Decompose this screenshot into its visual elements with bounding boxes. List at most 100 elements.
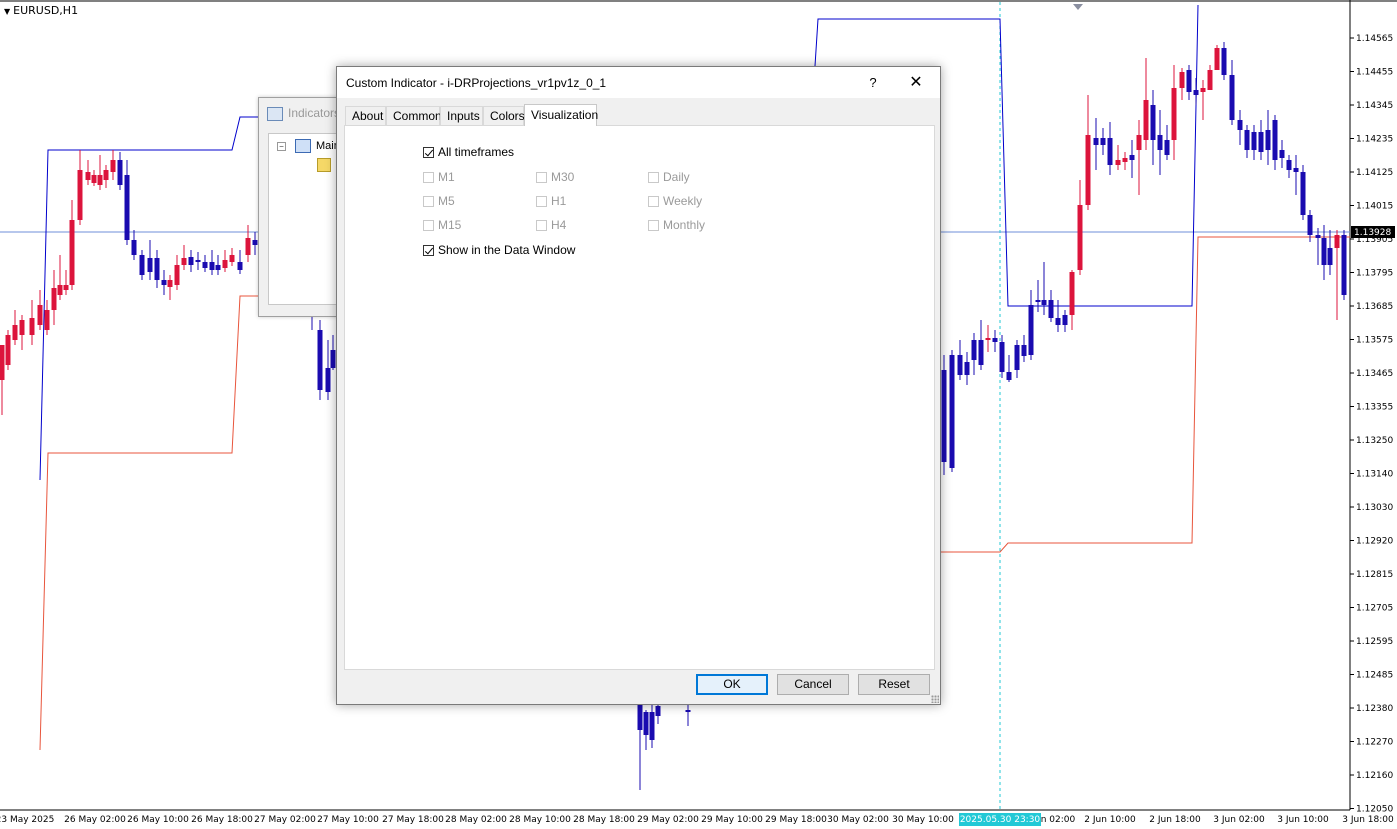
checkbox-box[interactable] [536,220,547,231]
candle-body [161,280,167,285]
candle-body [999,342,1005,372]
chart-shift-icon [1073,4,1083,10]
all-timeframes-checkbox[interactable]: All timeframes [423,145,514,159]
tf-h4-checkbox[interactable]: H4 [536,218,566,232]
candle-body [1221,48,1227,75]
custom-indicator-dialog[interactable]: Custom Indicator - i-DRProjections_vr1pv… [336,66,941,705]
tab-inputs[interactable]: Inputs [440,106,483,125]
candle-body [51,288,57,310]
candle-body [19,320,25,335]
cancel-button[interactable]: Cancel [777,674,849,695]
custom-indicator-icon[interactable] [317,158,331,172]
candle-body [964,362,970,375]
price-tick-label: 1.13140 [1356,470,1393,480]
checkbox-box[interactable] [423,245,434,256]
candle-body [91,175,97,183]
price-tick-label: 1.14015 [1356,202,1393,212]
candle-body [202,262,208,268]
time-tick-label: 28 May 10:00 [509,815,571,825]
candle-body [1327,248,1333,265]
candle-body [1122,158,1128,162]
candle-body [1006,372,1012,380]
tf-m15-checkbox[interactable]: M15 [423,218,461,232]
candle-body [1244,130,1250,150]
indicators-icon [267,106,283,121]
checkbox-box[interactable] [536,172,547,183]
reset-button[interactable]: Reset [858,674,930,695]
candle-body [124,175,130,240]
price-tick-label: 1.12050 [1356,805,1393,815]
candle-body [317,330,323,390]
tf-monthly-checkbox[interactable]: Monthly [648,218,705,232]
checkbox-box[interactable] [423,220,434,231]
candle-body [1143,100,1149,140]
candle-body [1186,70,1192,92]
candle-body [637,705,643,730]
candle-body [57,285,63,295]
time-tick-label: 27 May 18:00 [382,815,444,825]
ok-button[interactable]: OK [696,674,768,695]
candle-body [1136,135,1142,150]
checkbox-box[interactable] [423,147,434,158]
candle-body [1028,305,1034,355]
time-tick-label: 26 May 10:00 [127,815,189,825]
price-tick-label: 1.13575 [1356,336,1393,346]
candle-body [1157,135,1163,150]
candle-body [1062,315,1068,325]
candle-body [252,240,258,245]
time-tick-label: n 02:00 [1041,815,1076,825]
candle-body [215,265,221,270]
tf-m5-checkbox[interactable]: M5 [423,194,455,208]
candle-body [1272,120,1278,160]
price-tick-label: 1.13250 [1356,436,1393,446]
time-tick-label: 3 Jun 10:00 [1277,815,1329,825]
candle-body [985,338,991,340]
checkbox-box[interactable] [648,220,659,231]
candle-body [1286,160,1292,170]
candle-body [1179,72,1185,88]
time-tick-label: 29 May 18:00 [765,815,827,825]
candle-body [1265,130,1271,150]
data-window-checkbox[interactable]: Show in the Data Window [423,243,575,257]
dialog-titlebar[interactable]: Custom Indicator - i-DRProjections_vr1pv… [337,67,940,98]
checkbox-box[interactable] [423,172,434,183]
tab-colors[interactable]: Colors [483,106,525,125]
tf-m1-checkbox[interactable]: M1 [423,170,455,184]
tf-h1-checkbox[interactable]: H1 [536,194,566,208]
time-tick-label: 2025.05.30 23:30 [960,815,1041,825]
time-tick-label: 27 May 02:00 [254,815,316,825]
candle-body [229,255,235,262]
close-button[interactable]: ✕ [906,73,926,93]
time-tick-label: 23 May 2025 [0,815,54,825]
candle-body [139,255,145,275]
checkbox-box[interactable] [648,172,659,183]
candle-body [1115,160,1121,165]
tab-about[interactable]: About [345,106,386,125]
resize-grip-icon[interactable] [931,695,939,703]
tab-visualization[interactable]: Visualization [524,104,598,126]
checkbox-box[interactable] [648,196,659,207]
candle-body [245,238,251,255]
candle-body [1055,318,1061,325]
price-tick-label: 1.12485 [1356,671,1393,681]
time-tick-label: 30 May 02:00 [827,815,889,825]
tf-weekly-checkbox[interactable]: Weekly [648,194,702,208]
time-tick-label: 3 Jun 18:00 [1342,815,1394,825]
chart-window-icon [295,139,311,153]
time-tick-label: 3 Jun 02:00 [1213,815,1265,825]
candle-body [1100,138,1106,145]
checkbox-box[interactable] [423,196,434,207]
chevron-down-icon: ▼ [4,7,11,16]
price-tick-label: 1.12270 [1356,738,1393,748]
time-tick-label: 28 May 02:00 [445,815,507,825]
tf-daily-checkbox[interactable]: Daily [648,170,690,184]
candle-body [1300,172,1306,215]
tree-collapse-icon[interactable]: − [277,142,286,151]
candle-body [181,258,187,265]
candle-body [1048,300,1054,318]
help-button[interactable]: ? [863,73,883,93]
tab-common[interactable]: Common [386,106,442,125]
checkbox-box[interactable] [536,196,547,207]
tf-m30-checkbox[interactable]: M30 [536,170,574,184]
candle-body [147,258,153,272]
